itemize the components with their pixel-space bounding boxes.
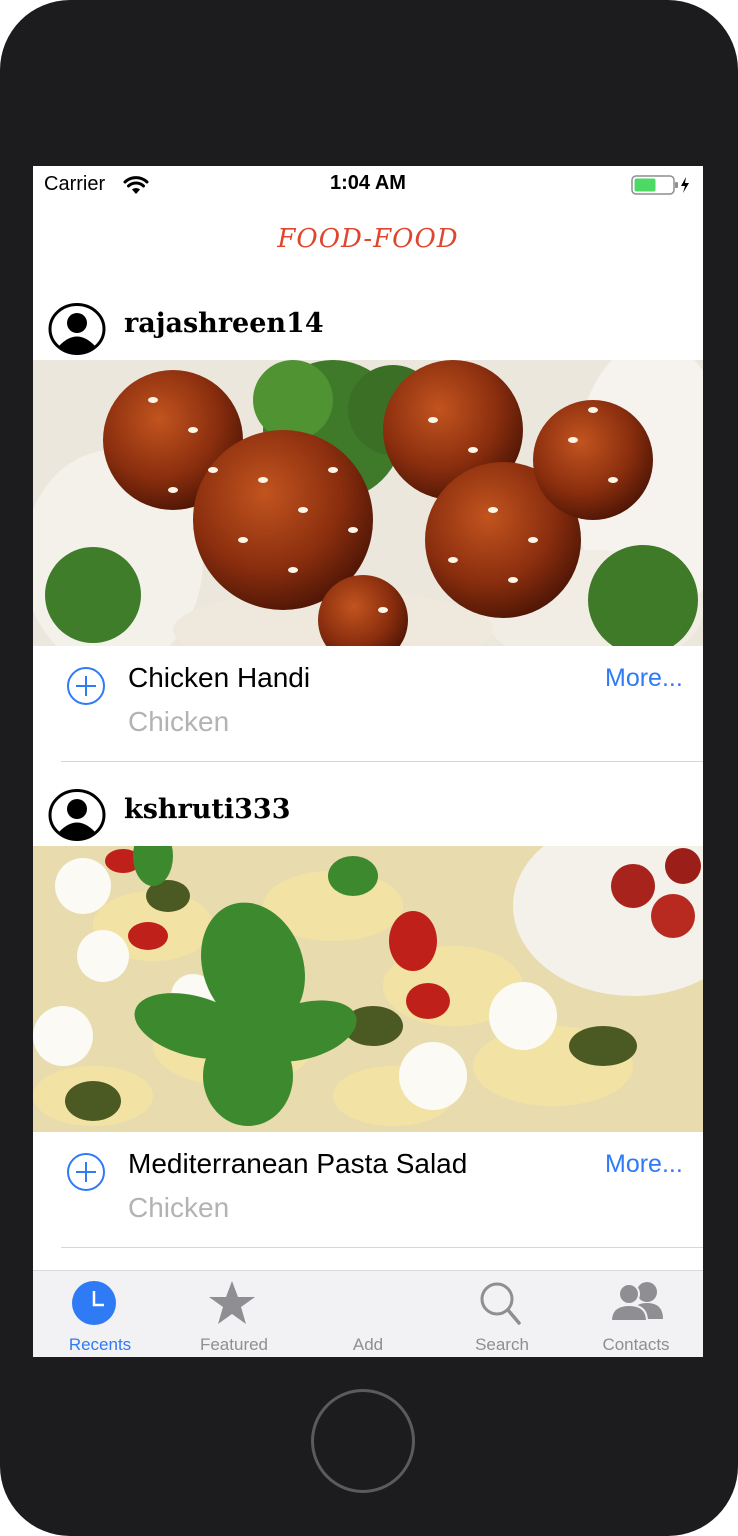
recipe-title: Chicken Handi (128, 662, 311, 693)
battery-icon (631, 175, 689, 195)
more-button[interactable]: More... (605, 1150, 683, 1179)
tab-featured[interactable]: Featured (167, 1271, 301, 1357)
post-header: kshruti333 (33, 782, 703, 842)
post-header: rajashreen14 (33, 296, 703, 356)
tab-label: Contacts (602, 1335, 670, 1354)
tab-contacts[interactable]: Contacts (569, 1271, 703, 1357)
status-time: 1:04 AM (330, 172, 406, 194)
tab-add[interactable]: Add (301, 1271, 435, 1357)
post-username[interactable]: kshruti333 (124, 794, 290, 825)
recipe-category: Chicken (128, 706, 230, 737)
tab-recents[interactable]: Recents (33, 1271, 167, 1357)
add-icon[interactable] (66, 1152, 106, 1192)
recipe-category: Chicken (128, 1192, 230, 1223)
avatar-icon[interactable] (48, 303, 106, 355)
tab-search[interactable]: Search (435, 1271, 569, 1357)
recipe-image[interactable] (33, 360, 703, 646)
avatar-icon[interactable] (48, 789, 106, 841)
tab-label: Search (475, 1335, 529, 1354)
search-icon (480, 1282, 521, 1325)
tab-label: Recents (68, 1335, 132, 1354)
add-icon[interactable] (66, 666, 106, 706)
phone-screen: Carrier 1:04 AM FOOD-FOOD rajashreen14 C… (33, 166, 703, 1357)
status-bar: Carrier 1:04 AM (33, 166, 703, 204)
star-icon (209, 1281, 255, 1324)
home-button[interactable] (311, 1389, 415, 1493)
app-title: FOOD-FOOD (277, 224, 459, 254)
tab-label: Featured (199, 1335, 269, 1354)
recipe-title: Mediterranean Pasta Salad (128, 1148, 468, 1179)
tab-label: Add (352, 1335, 384, 1354)
row-separator (61, 1247, 703, 1248)
row-separator (61, 761, 703, 762)
recipe-image[interactable] (33, 846, 703, 1132)
contacts-icon (609, 1282, 663, 1322)
clock-icon (72, 1281, 116, 1325)
post-username[interactable]: rajashreen14 (124, 308, 324, 339)
device-frame: Carrier 1:04 AM FOOD-FOOD rajashreen14 C… (0, 0, 738, 1536)
more-button[interactable]: More... (605, 664, 683, 693)
tab-bar: Recents Featured Add Search Contacts (33, 1270, 703, 1357)
